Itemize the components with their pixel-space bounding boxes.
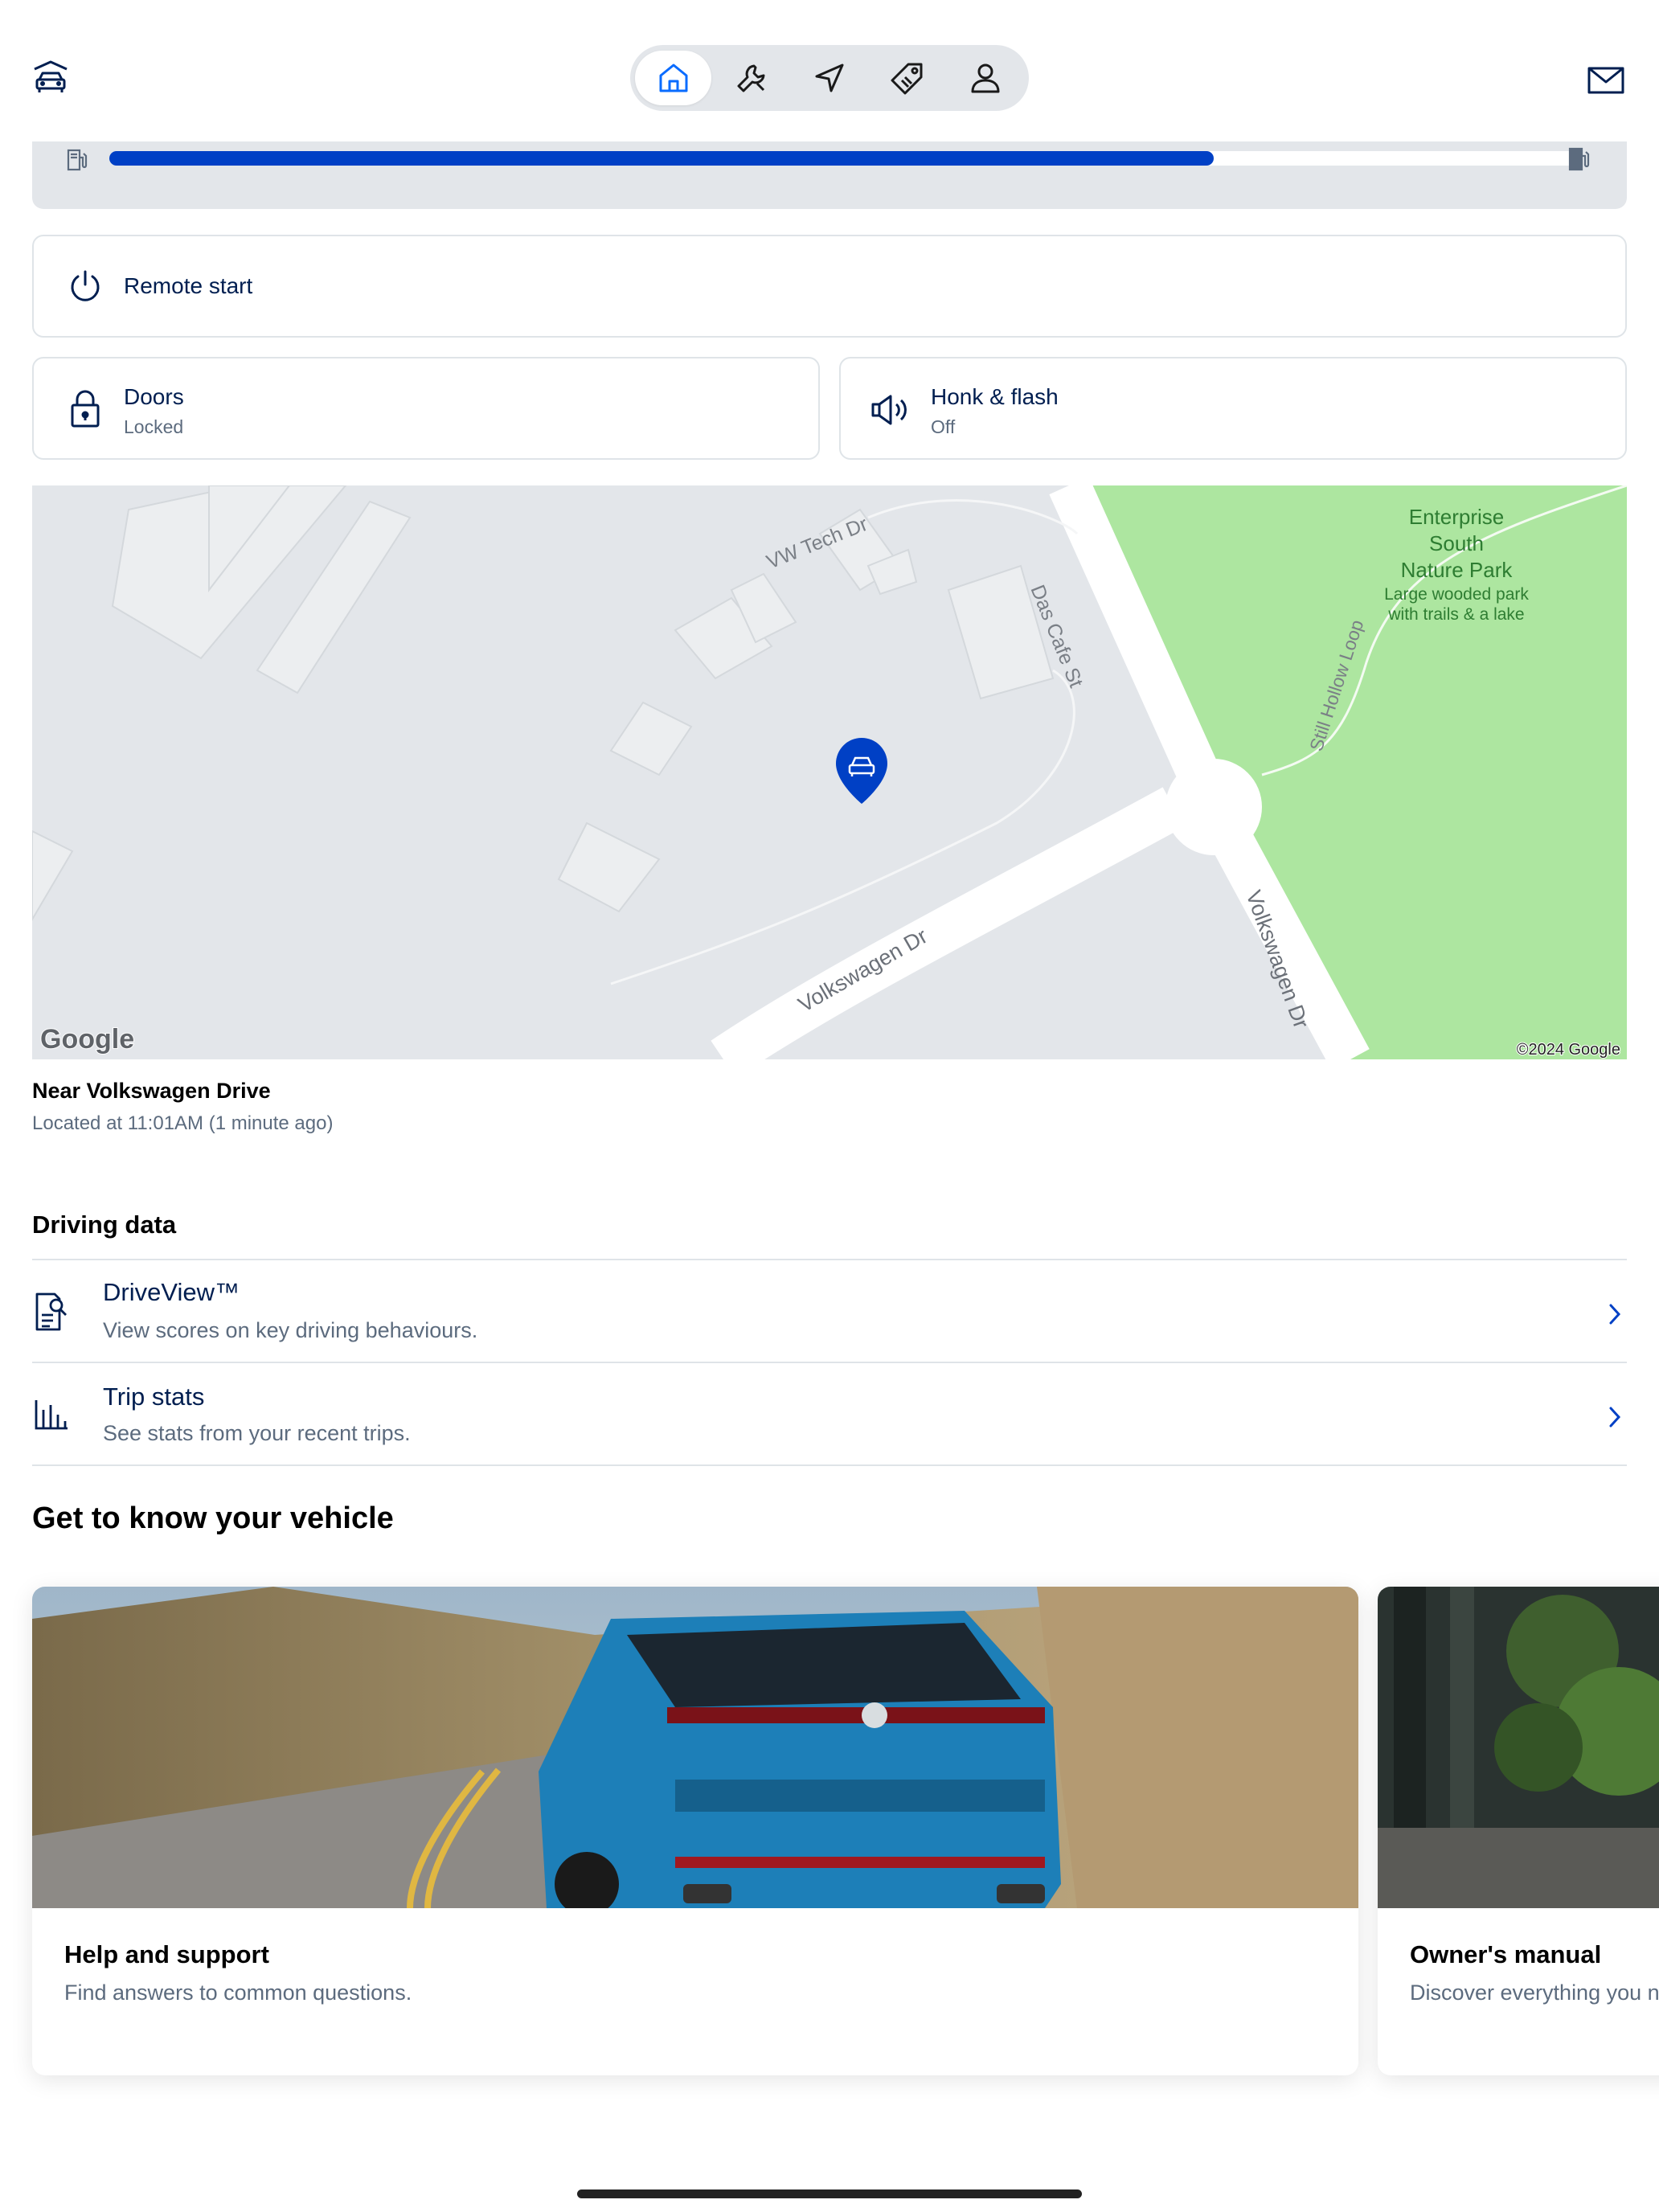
tag-icon xyxy=(891,63,923,95)
doors-label: Doors xyxy=(124,384,184,409)
chevron-right-icon xyxy=(1609,1407,1621,1428)
driveview-row[interactable]: DriveView™ View scores on key driving be… xyxy=(32,1260,1627,1362)
doors-lock-button[interactable]: Doors Locked xyxy=(32,357,820,460)
honk-flash-button[interactable]: Honk & flash Off xyxy=(839,357,1627,460)
trip-stats-subtitle: See stats from your recent trips. xyxy=(103,1421,411,1445)
location-title: Near Volkswagen Drive xyxy=(32,1079,271,1103)
garage-car-icon xyxy=(34,60,68,92)
nav-navigation[interactable] xyxy=(791,51,867,105)
remote-start-button[interactable]: Remote start xyxy=(32,235,1627,338)
wrench-icon xyxy=(737,64,765,92)
fuel-empty-icon xyxy=(67,149,88,171)
home-indicator xyxy=(577,2189,1082,2198)
help-support-title: Help and support xyxy=(64,1940,269,1968)
fuel-level-track xyxy=(109,151,1582,166)
mail-icon xyxy=(1587,67,1624,94)
lock-icon xyxy=(71,390,100,428)
help-support-card[interactable]: Help and support Find answers to common … xyxy=(32,1587,1358,2075)
map-canvas: Enterprise South Nature Park Large woode… xyxy=(32,485,1627,1059)
park-name-line-1: Enterprise xyxy=(1409,505,1505,529)
nav-service[interactable] xyxy=(713,51,789,105)
building-exterior-image xyxy=(1378,1587,1659,1908)
home-icon xyxy=(659,63,688,92)
owners-manual-title: Owner's manual xyxy=(1410,1940,1602,1968)
fuel-level-fill xyxy=(109,151,1214,166)
fuel-level-card xyxy=(32,141,1627,209)
park-name-line-2: South xyxy=(1429,531,1484,555)
trip-stats-title: Trip stats xyxy=(103,1382,205,1411)
navigation-icon xyxy=(815,63,844,92)
report-search-icon xyxy=(35,1292,67,1331)
map-copyright: ©2024 Google xyxy=(1517,1041,1620,1059)
vehicle-section-heading: Get to know your vehicle xyxy=(32,1501,394,1535)
vehicle-location-map[interactable]: Enterprise South Nature Park Large woode… xyxy=(32,485,1627,1059)
park-name-line-3: Nature Park xyxy=(1401,558,1514,582)
nav-home[interactable] xyxy=(635,51,712,105)
help-support-subtitle: Find answers to common questions. xyxy=(64,1981,412,2005)
location-timestamp: Located at 11:01AM (1 minute ago) xyxy=(32,1112,334,1134)
honk-flash-status: Off xyxy=(931,416,956,437)
owners-manual-subtitle: Discover everything you n xyxy=(1410,1981,1659,2005)
power-icon xyxy=(71,270,100,301)
driveview-subtitle: View scores on key driving behaviours. xyxy=(103,1318,478,1342)
profile-icon xyxy=(971,63,1000,93)
driveview-title: DriveView™ xyxy=(103,1278,240,1306)
messages-button[interactable] xyxy=(1587,64,1625,96)
garage-button[interactable] xyxy=(31,58,71,98)
chevron-right-icon xyxy=(1609,1304,1621,1325)
suv-driving-image xyxy=(32,1587,1358,1908)
nav-offers[interactable] xyxy=(870,51,946,105)
trip-stats-row[interactable]: Trip stats See stats from your recent tr… xyxy=(32,1363,1627,1464)
horn-icon xyxy=(871,395,907,425)
main-navigation xyxy=(630,45,1029,111)
park-desc-line-1: Large wooded park xyxy=(1384,585,1529,604)
google-logo: Google xyxy=(40,1024,134,1055)
driving-data-heading: Driving data xyxy=(32,1210,177,1239)
park-desc-line-2: with trails & a lake xyxy=(1387,605,1524,624)
remote-start-label: Remote start xyxy=(124,273,253,298)
bar-chart-icon xyxy=(35,1400,68,1430)
divider xyxy=(32,1464,1627,1466)
fuel-full-icon xyxy=(1568,147,1590,171)
honk-flash-label: Honk & flash xyxy=(931,384,1059,409)
owners-manual-card[interactable]: Owner's manual Discover everything you n xyxy=(1378,1587,1659,2075)
doors-status: Locked xyxy=(124,416,184,437)
nav-profile[interactable] xyxy=(948,51,1024,105)
